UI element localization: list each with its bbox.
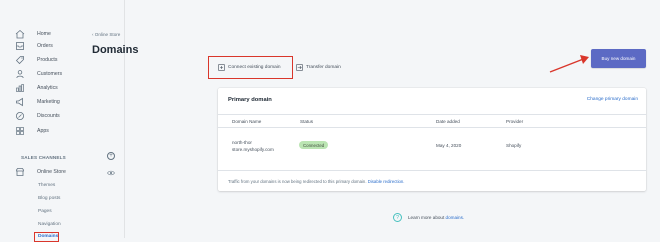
page-title: Domains: [92, 44, 139, 56]
sidebar-item-label: Online Store: [37, 169, 66, 175]
column-header: Provider: [506, 119, 524, 124]
transfer-icon: [296, 64, 303, 71]
domain-name-line2: store.myshopify.com: [232, 147, 274, 152]
customers-icon: [14, 69, 25, 80]
column-header: Status: [300, 119, 314, 124]
add-sales-channel-button[interactable]: +: [107, 152, 115, 160]
domain-name-line1: north-thor: [232, 140, 252, 145]
orders-icon: [14, 41, 25, 52]
sidebar-subitem-pages[interactable]: Pages: [38, 209, 52, 214]
products-icon: [14, 55, 25, 66]
change-primary-domain-link[interactable]: Change primary domain: [587, 97, 638, 102]
learn-more: ? Learn more about domains.: [393, 213, 464, 222]
disable-redirection-link[interactable]: Disable redirection.: [368, 179, 405, 184]
sales-channels-heading: SALES CHANNELS: [21, 155, 66, 160]
sidebar-item-orders[interactable]: Orders: [14, 40, 53, 52]
buy-new-domain-button[interactable]: Buy new domain: [591, 49, 646, 68]
table-header: Domain Name Status Date added Provider: [218, 114, 646, 128]
highlight-box-domains: [34, 232, 59, 242]
apps-icon: [14, 126, 25, 137]
highlight-box-connect: [208, 56, 293, 79]
transfer-domain-button[interactable]: Transfer domain: [296, 64, 341, 71]
sidebar-subitem-themes[interactable]: Themes: [38, 183, 55, 188]
question-icon: ?: [393, 213, 402, 222]
column-header: Date added: [436, 119, 460, 124]
sidebar-item-label: Discounts: [37, 113, 60, 119]
redirect-notice: Traffic from your domains is now being r…: [228, 179, 405, 184]
learn-more-text: Learn more about: [408, 215, 445, 220]
sidebar-item-home[interactable]: Home: [14, 28, 51, 40]
marketing-icon: [14, 97, 25, 108]
store-icon: [14, 167, 25, 178]
breadcrumb[interactable]: ‹ Online Store: [92, 32, 120, 37]
sidebar-item-label: Customers: [37, 71, 63, 77]
sidebar-item-online-store[interactable]: Online Store: [14, 166, 66, 178]
red-arrow-annotation: [549, 55, 589, 73]
provider: Shopify: [506, 143, 522, 148]
sidebar-item-analytics[interactable]: Analytics: [14, 82, 58, 94]
eye-icon[interactable]: [107, 170, 115, 176]
redirect-notice-text: Traffic from your domains is now being r…: [228, 179, 368, 184]
sidebar-item-products[interactable]: Products: [14, 54, 57, 66]
date-added: May 4, 2020: [436, 143, 462, 148]
column-header: Domain Name: [232, 119, 262, 124]
sidebar-item-label: Products: [37, 57, 58, 63]
sidebar-item-discounts[interactable]: Discounts: [14, 110, 60, 122]
domains-help-link[interactable]: domains.: [446, 215, 465, 220]
sidebar-item-customers[interactable]: Customers: [14, 68, 62, 80]
status-badge: Connected: [299, 141, 329, 149]
sidebar-item-marketing[interactable]: Marketing: [14, 96, 60, 108]
sidebar-item-label: Apps: [37, 128, 49, 134]
home-icon: [14, 29, 25, 40]
sidebar-subitem-navigation[interactable]: Navigation: [38, 222, 61, 227]
analytics-icon: [14, 83, 25, 94]
transfer-label: Transfer domain: [306, 65, 341, 70]
card-footer: Traffic from your domains is now being r…: [218, 170, 646, 191]
sidebar-item-label: Marketing: [37, 99, 60, 105]
card-title: Primary domain: [228, 97, 272, 103]
sidebar-item-apps[interactable]: Apps: [14, 125, 49, 137]
sidebar-item-label: Analytics: [37, 85, 58, 91]
sidebar-item-label: Home: [37, 31, 51, 37]
sidebar-item-label: Orders: [37, 43, 53, 49]
primary-domain-card: Primary domain Change primary domain Dom…: [218, 88, 646, 191]
discounts-icon: [14, 111, 25, 122]
sidebar-subitem-blog-posts[interactable]: Blog posts: [38, 196, 60, 201]
